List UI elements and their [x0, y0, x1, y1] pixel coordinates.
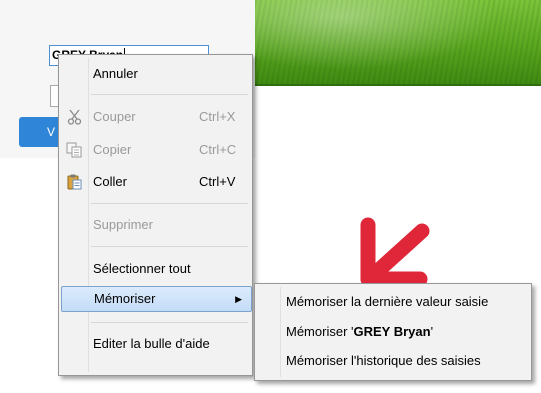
menu-item-paste[interactable]: Coller Ctrl+V [61, 169, 250, 195]
menu-item-paste-shortcut: Ctrl+V [199, 174, 236, 189]
menu-item-select-all-label: Sélectionner tout [93, 261, 191, 276]
menu-item-cut[interactable]: Couper Ctrl+X [61, 104, 250, 130]
submenu-item-current-value[interactable]: Mémoriser 'GREY Bryan' [257, 319, 529, 345]
memorize-submenu: Mémoriser la dernière valeur saisie Mémo… [254, 283, 532, 381]
menu-item-delete[interactable]: Supprimer [61, 212, 250, 238]
copy-icon [66, 142, 82, 158]
submenu-item-history[interactable]: Mémoriser l'historique des saisies [257, 348, 529, 374]
menu-item-copy-shortcut: Ctrl+C [199, 142, 237, 157]
wallpaper-grass [255, 0, 541, 84]
context-menu: Annuler Couper Ctrl+X Copier Ctrl+C Coll… [58, 54, 253, 376]
menu-item-cut-shortcut: Ctrl+X [199, 109, 236, 124]
menu-item-undo-label: Annuler [93, 66, 138, 81]
menu-item-cut-label: Couper [93, 109, 136, 124]
submenu-current-suffix: ' [430, 324, 434, 339]
menu-item-paste-label: Coller [93, 174, 127, 189]
menu-item-memorize-label: Mémoriser [94, 291, 156, 306]
menu-separator [91, 203, 248, 204]
submenu-item-last-value[interactable]: Mémoriser la dernière valeur saisie [257, 289, 529, 315]
menu-item-undo[interactable]: Annuler [61, 61, 250, 87]
submenu-current-prefix: Mémoriser ' [286, 324, 354, 339]
validate-button-label: V [47, 125, 56, 139]
menu-separator [91, 94, 248, 95]
wallpaper-edge [255, 84, 541, 86]
scissors-icon [67, 109, 82, 125]
submenu-item-last-value-label: Mémoriser la dernière valeur saisie [286, 294, 489, 309]
menu-item-edit-tooltip[interactable]: Editer la bulle d'aide [61, 331, 250, 357]
submenu-item-current-value-label: Mémoriser 'GREY Bryan' [286, 319, 433, 345]
menu-item-copy[interactable]: Copier Ctrl+C [61, 137, 250, 163]
menu-item-edit-tooltip-label: Editer la bulle d'aide [93, 336, 210, 351]
menu-separator [91, 322, 248, 323]
submenu-item-history-label: Mémoriser l'historique des saisies [286, 353, 481, 368]
menu-separator [91, 246, 248, 247]
submenu-arrow-icon: ▶ [235, 294, 242, 304]
submenu-current-value: GREY Bryan [353, 324, 431, 339]
clipboard-icon [67, 174, 82, 190]
menu-item-copy-label: Copier [93, 142, 132, 157]
menu-item-delete-label: Supprimer [93, 217, 153, 232]
menu-item-memorize[interactable]: Mémoriser ▶ [61, 286, 252, 312]
menu-item-select-all[interactable]: Sélectionner tout [61, 256, 250, 282]
